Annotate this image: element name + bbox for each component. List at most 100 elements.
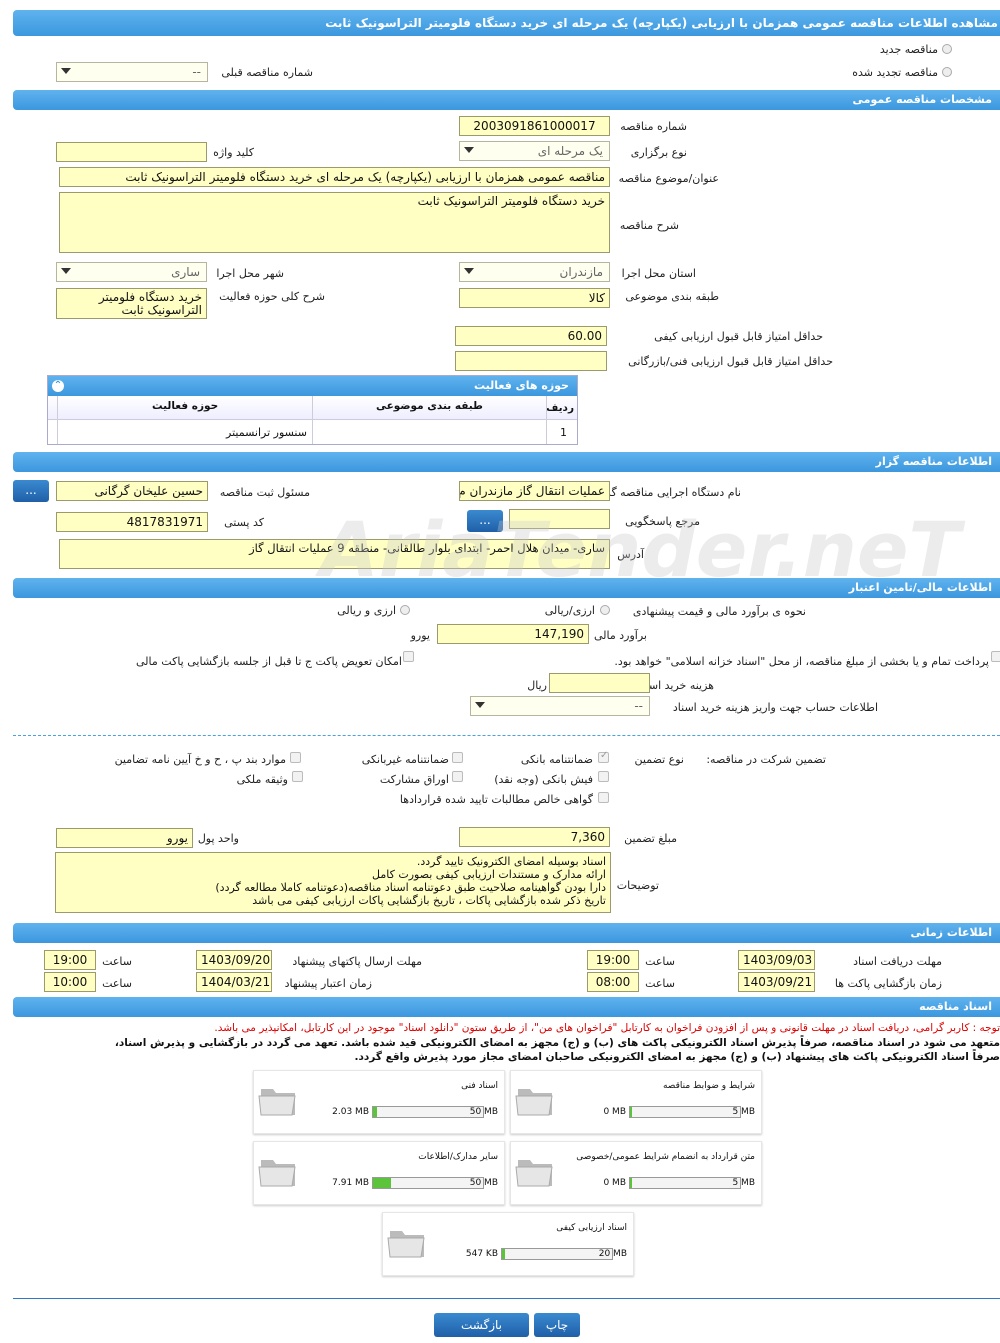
chevron-down-icon — [61, 68, 71, 74]
keyword-field[interactable] — [56, 142, 207, 162]
doc-file-progress-fill — [630, 1107, 632, 1117]
doc-file-name: اسناد فنی — [461, 1081, 498, 1091]
docs-note: توجه : کاربر گرامی، دریافت اسناد در مهلت… — [214, 1022, 1000, 1034]
postal-field: 4817831971 — [56, 512, 208, 532]
bonds-label: اوراق مشارکت — [379, 773, 449, 786]
doc-file-size: 0 MB — [603, 1178, 626, 1188]
bonds-checkbox[interactable] — [452, 771, 463, 782]
receive-date: 1403/09/03 — [738, 950, 815, 970]
receive-time: 19:00 — [587, 950, 639, 970]
doc-file-size: 2.03 MB — [332, 1107, 369, 1117]
type-value: یک مرحله ای — [537, 144, 603, 158]
property-checkbox[interactable] — [292, 771, 303, 782]
receive-time-label: ساعت — [645, 955, 675, 968]
method-opt1-label: ارزی/ریالی — [544, 604, 595, 617]
subject-field: مناقصه عمومی همزمان با ارزیابی (یکپارچه)… — [59, 167, 610, 187]
tender-number: 2003091861000017 — [459, 116, 610, 136]
method-opt2-label: ارزی و ریالی — [337, 604, 396, 617]
account-select[interactable]: -- — [470, 696, 650, 716]
back-button[interactable]: بازگشت — [434, 1313, 529, 1337]
folder-icon — [515, 1089, 553, 1116]
watermark: AriaTender.neT — [320, 505, 961, 594]
row-number: 1 — [560, 426, 567, 439]
nonbank-guarantee-checkbox[interactable] — [452, 752, 463, 763]
method-opt2-radio[interactable] — [400, 605, 410, 615]
method-label: نحوه ی برآورد مالی و قیمت پیشنهادی — [632, 605, 806, 618]
doc-file-progress-fill — [502, 1249, 505, 1259]
org-field: عملیات انتقال گاز مازندران م — [459, 481, 610, 501]
estimate-field: 147,190 — [437, 624, 589, 644]
min-quality-field: 60.00 — [455, 326, 607, 346]
doc-file-progress — [372, 1177, 484, 1189]
footer-divider — [13, 1298, 1000, 1299]
notes-field: اسناد بوسیله امضای الکترونیک تایید گردد.… — [55, 852, 611, 913]
docs-commitment-2: صرفاً اسناد الکترونیکی پاکت های پیشنهاد … — [354, 1051, 1000, 1063]
currency-field: یورو — [56, 828, 193, 848]
activity-columns: ردیف طبقه بندی موضوعی حوزه فعالیت — [48, 396, 577, 420]
cash-receipt-label: فیش بانکی (وجه نقد) — [494, 773, 593, 786]
print-button[interactable]: چاپ — [534, 1313, 580, 1337]
divider — [13, 735, 1000, 736]
category-field: کالا — [459, 288, 610, 308]
chevron-down-icon — [475, 702, 485, 708]
table-row: 1 سنسور ترانسمیتر — [48, 420, 577, 444]
page-title: مشاهده اطلاعات مناقصه عمومی همزمان با ار… — [13, 10, 1000, 36]
doc-file-progress — [629, 1106, 741, 1118]
send-label: مهلت ارسال پاکتهای پیشنهاد — [292, 955, 422, 968]
doc-file-max: 5 MB — [732, 1107, 755, 1117]
col-field: حوزه فعالیت — [152, 400, 219, 412]
doc-file-name: اسناد ارزیابی کیفی — [556, 1223, 627, 1233]
docs-header: اسناد مناقصه — [13, 997, 1000, 1017]
rules-items-label: موارد بند پ ، ح و خ آیین نامه تضامین — [114, 753, 286, 766]
property-label: وثیقه ملکی — [236, 773, 288, 786]
doc-file-card[interactable]: شرایط و ضوابط مناقصه 5 MB 0 MB — [510, 1070, 762, 1134]
valid-time-label: ساعت — [102, 977, 132, 990]
bank-guarantee-label: ضمانتنامه بانکی — [520, 753, 593, 766]
category-label: طبقه بندی موضوعی — [625, 290, 719, 303]
col-row: ردیف — [546, 402, 574, 414]
swap-label: امکان تعویض پاکت ج تا قبل از جلسه بازگشا… — [136, 655, 402, 668]
min-tech-label: حداقل امتیاز قابل قبول ارزیابی فنی/بازرگ… — [628, 355, 833, 368]
province-select[interactable]: مازندران — [459, 262, 610, 282]
doc-file-size: 0 MB — [603, 1107, 626, 1117]
receive-label: مهلت دریافت اسناد — [853, 955, 942, 968]
postal-label: کد پستی — [224, 516, 264, 529]
method-opt1-radio[interactable] — [600, 605, 610, 615]
account-label: اطلاعات حساب جهت واریز هزینه خرید اسناد — [672, 701, 878, 714]
treasury-checkbox[interactable] — [991, 651, 1000, 662]
doc-file-card[interactable]: اسناد فنی 50 MB 2.03 MB — [253, 1070, 505, 1134]
open-label: زمان بازگشایی پاکت ها — [834, 977, 942, 990]
min-quality-label: حداقل امتیاز قابل قبول ارزیابی کیفی — [654, 330, 823, 343]
doc-file-card[interactable]: اسناد ارزیابی کیفی 20 MB 547 KB — [382, 1212, 634, 1276]
doc-file-name: متن قرارداد به انضمام شرایط عمومی/خصوصی — [576, 1152, 755, 1162]
new-tender-radio[interactable] — [942, 44, 952, 54]
chevron-down-icon — [61, 268, 71, 274]
type-select[interactable]: یک مرحله ای — [459, 141, 610, 161]
doc-file-card[interactable]: سایر مدارک/اطلاعات 50 MB 7.91 MB — [253, 1141, 505, 1205]
send-date: 1403/09/20 — [196, 950, 272, 970]
nonbank-guarantee-label: ضمانتنامه غیربانکی — [361, 753, 449, 766]
claims-checkbox[interactable] — [598, 792, 609, 803]
estimate-label: برآورد مالی — [594, 629, 647, 642]
activity-title: حوزه های فعالیت — [474, 379, 569, 392]
prev-number-select[interactable]: -- — [56, 62, 208, 82]
bank-guarantee-checkbox[interactable] — [598, 750, 609, 763]
city-value: ساری — [171, 265, 200, 279]
folder-icon — [258, 1160, 296, 1187]
city-select[interactable]: ساری — [56, 262, 207, 282]
cash-receipt-checkbox[interactable] — [598, 771, 609, 782]
doc-file-max: 20 MB — [598, 1249, 627, 1259]
docs-commitment-1: متعهد می شود در اسناد مناقصه، صرفاً پذیر… — [114, 1037, 1000, 1049]
fee-unit: ریال — [527, 679, 547, 692]
swap-checkbox[interactable] — [403, 651, 414, 662]
renew-tender-radio[interactable] — [942, 67, 952, 77]
doc-file-max: 5 MB — [732, 1178, 755, 1188]
collapse-icon[interactable]: ⌃ — [52, 380, 64, 392]
responsible-lookup-button[interactable]: ... — [13, 480, 49, 502]
activity-header: حوزه های فعالیت ⌃ — [48, 376, 577, 396]
timing-header: اطلاعات زمانی — [13, 923, 1000, 943]
rules-items-checkbox[interactable] — [290, 752, 301, 763]
doc-file-card[interactable]: متن قرارداد به انضمام شرایط عمومی/خصوصی 5… — [510, 1141, 762, 1205]
doc-file-progress-fill — [373, 1178, 391, 1188]
guarantee-type-label: نوع تضمین — [634, 753, 684, 766]
